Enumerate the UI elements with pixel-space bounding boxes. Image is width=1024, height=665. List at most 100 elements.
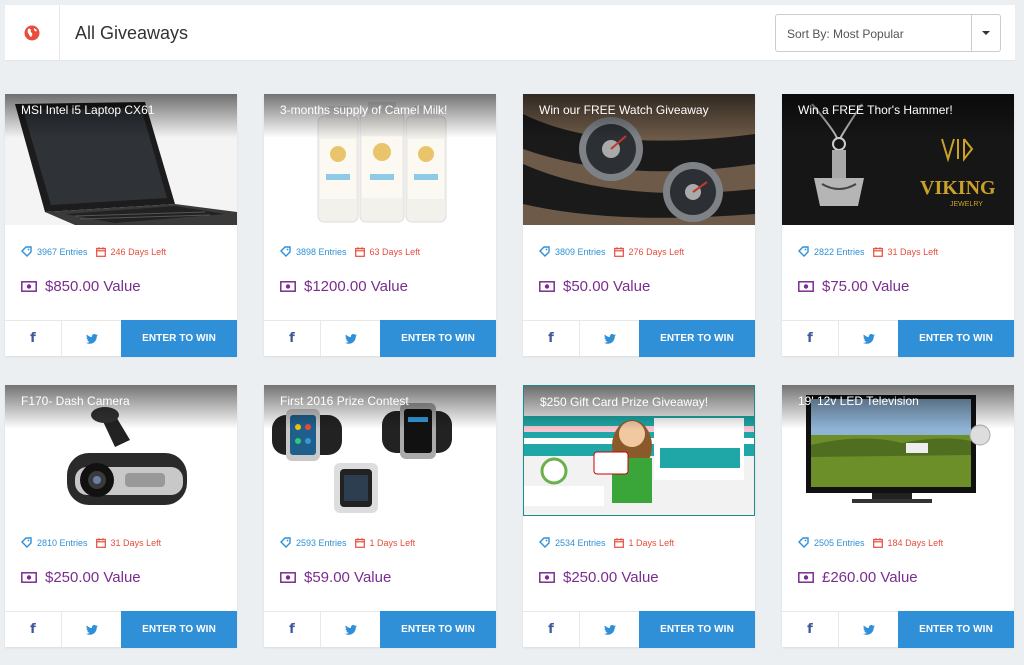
giveaway-image[interactable]: 3-months supply of Camel Milk! <box>264 94 496 225</box>
days-left-text: 1 Days Left <box>369 537 416 548</box>
money-icon <box>798 281 814 292</box>
value-text: $50.00 Value <box>563 278 651 295</box>
facebook-share-button[interactable]: f <box>523 612 580 647</box>
giveaway-meta: 3898 Entries 63 Days Left <box>280 246 420 257</box>
globe-icon-cell[interactable] <box>5 5 60 61</box>
enter-to-win-button[interactable]: ENTER TO WIN <box>380 611 496 648</box>
giveaway-title: $250 Gift Card Prize Giveaway! <box>524 386 754 430</box>
giveaway-image[interactable]: First 2016 Prize Contest <box>264 385 496 516</box>
facebook-share-button[interactable]: f <box>264 321 321 356</box>
money-icon <box>21 281 37 292</box>
calendar-icon <box>872 537 883 548</box>
facebook-icon: f <box>289 331 295 346</box>
facebook-share-button[interactable]: f <box>782 321 839 356</box>
viking-logo-text: VIKING <box>920 177 996 199</box>
money-icon <box>21 572 37 583</box>
days-left-text: 184 Days Left <box>887 537 944 548</box>
entries-count: 3898 Entries <box>280 246 347 257</box>
facebook-share-button[interactable]: f <box>5 321 62 356</box>
sort-dropdown-label: Sort By: Most Popular <box>787 27 904 41</box>
giveaway-meta: 3809 Entries 276 Days Left <box>539 246 684 257</box>
enter-to-win-button[interactable]: ENTER TO WIN <box>639 320 755 357</box>
ticket-icon <box>798 246 809 257</box>
giveaway-meta: 2593 Entries 1 Days Left <box>280 537 415 548</box>
giveaway-meta: 3967 Entries 246 Days Left <box>21 246 166 257</box>
calendar-icon <box>95 537 106 548</box>
days-left: 184 Days Left <box>872 537 944 548</box>
money-icon <box>280 572 296 583</box>
facebook-icon: f <box>807 331 813 346</box>
twitter-icon <box>862 624 875 635</box>
days-left: 63 Days Left <box>354 246 420 257</box>
twitter-icon <box>85 624 98 635</box>
giveaway-card: MSI Intel i5 Laptop CX61 3967 Entries 24… <box>5 94 237 357</box>
giveaway-card: F170- Dash Camera 2810 Entries 31 Days L… <box>5 385 237 648</box>
ticket-icon <box>21 246 32 257</box>
facebook-share-button[interactable]: f <box>782 612 839 647</box>
card-actions: f ENTER TO WIN <box>782 611 1014 648</box>
value-text: $1200.00 Value <box>304 278 408 295</box>
facebook-share-button[interactable]: f <box>5 612 62 647</box>
entries-text: 3898 Entries <box>296 246 347 257</box>
twitter-share-button[interactable] <box>321 321 380 356</box>
days-left-text: 276 Days Left <box>628 246 685 257</box>
calendar-icon <box>613 537 624 548</box>
giveaway-image[interactable]: MSI Intel i5 Laptop CX61 <box>5 94 237 225</box>
ticket-icon <box>798 537 809 548</box>
calendar-icon <box>354 246 365 257</box>
entries-count: 2810 Entries <box>21 537 88 548</box>
enter-to-win-button[interactable]: ENTER TO WIN <box>898 611 1014 648</box>
days-left: 1 Days Left <box>354 537 416 548</box>
days-left-text: 246 Days Left <box>110 246 167 257</box>
sort-dropdown[interactable]: Sort By: Most Popular <box>775 14 1001 52</box>
giveaway-value: $1200.00 Value <box>280 278 408 295</box>
enter-to-win-button[interactable]: ENTER TO WIN <box>898 320 1014 357</box>
entries-text: 3967 Entries <box>37 246 88 257</box>
facebook-share-button[interactable]: f <box>523 321 580 356</box>
twitter-share-button[interactable] <box>839 612 898 647</box>
giveaway-image[interactable]: VIKING JEWELRY Win a FREE Thor's Hammer! <box>782 94 1014 225</box>
giveaway-image[interactable]: F170- Dash Camera <box>5 385 237 516</box>
facebook-icon: f <box>807 622 813 637</box>
enter-to-win-button[interactable]: ENTER TO WIN <box>639 611 755 648</box>
enter-to-win-button[interactable]: ENTER TO WIN <box>121 320 237 357</box>
entries-count: 3967 Entries <box>21 246 88 257</box>
page-header: All Giveaways Sort By: Most Popular <box>5 5 1015 61</box>
twitter-share-button[interactable] <box>580 612 639 647</box>
entries-text: 3809 Entries <box>555 246 606 257</box>
entries-text: 2810 Entries <box>37 537 88 548</box>
giveaway-image[interactable]: Win our FREE Watch Giveaway <box>523 94 755 225</box>
entries-text: 2534 Entries <box>555 537 606 548</box>
facebook-share-button[interactable]: f <box>264 612 321 647</box>
value-text: £260.00 Value <box>822 569 918 586</box>
days-left: 31 Days Left <box>872 247 938 257</box>
facebook-icon: f <box>548 331 554 346</box>
giveaway-image[interactable]: 19' 12v LED Television <box>782 385 1014 516</box>
facebook-icon: f <box>30 331 36 346</box>
enter-to-win-button[interactable]: ENTER TO WIN <box>380 320 496 357</box>
enter-to-win-button[interactable]: ENTER TO WIN <box>121 611 237 648</box>
page-title: All Giveaways <box>75 23 189 43</box>
days-left-text: 1 Days Left <box>628 537 675 548</box>
giveaway-meta: 2810 Entries 31 Days Left <box>21 537 161 548</box>
twitter-icon <box>603 333 616 344</box>
giveaway-image[interactable]: $250 Gift Card Prize Giveaway! <box>523 385 755 516</box>
twitter-share-button[interactable] <box>62 612 121 647</box>
ticket-icon <box>280 246 291 257</box>
twitter-icon <box>344 333 357 344</box>
twitter-share-button[interactable] <box>839 321 898 356</box>
ticket-icon <box>539 246 550 257</box>
giveaway-value: $850.00 Value <box>21 278 141 295</box>
days-left: 276 Days Left <box>613 246 685 257</box>
days-left: 1 Days Left <box>613 537 675 548</box>
entries-count: 2534 Entries <box>539 537 606 548</box>
twitter-share-button[interactable] <box>321 612 380 647</box>
twitter-share-button[interactable] <box>580 321 639 356</box>
money-icon <box>280 281 296 292</box>
calendar-icon <box>95 246 106 257</box>
ticket-icon <box>280 537 291 548</box>
sort-dropdown-toggle[interactable] <box>971 15 1000 51</box>
giveaway-value: £260.00 Value <box>798 569 918 586</box>
giveaway-title: 19' 12v LED Television <box>782 385 1014 429</box>
twitter-share-button[interactable] <box>62 321 121 356</box>
